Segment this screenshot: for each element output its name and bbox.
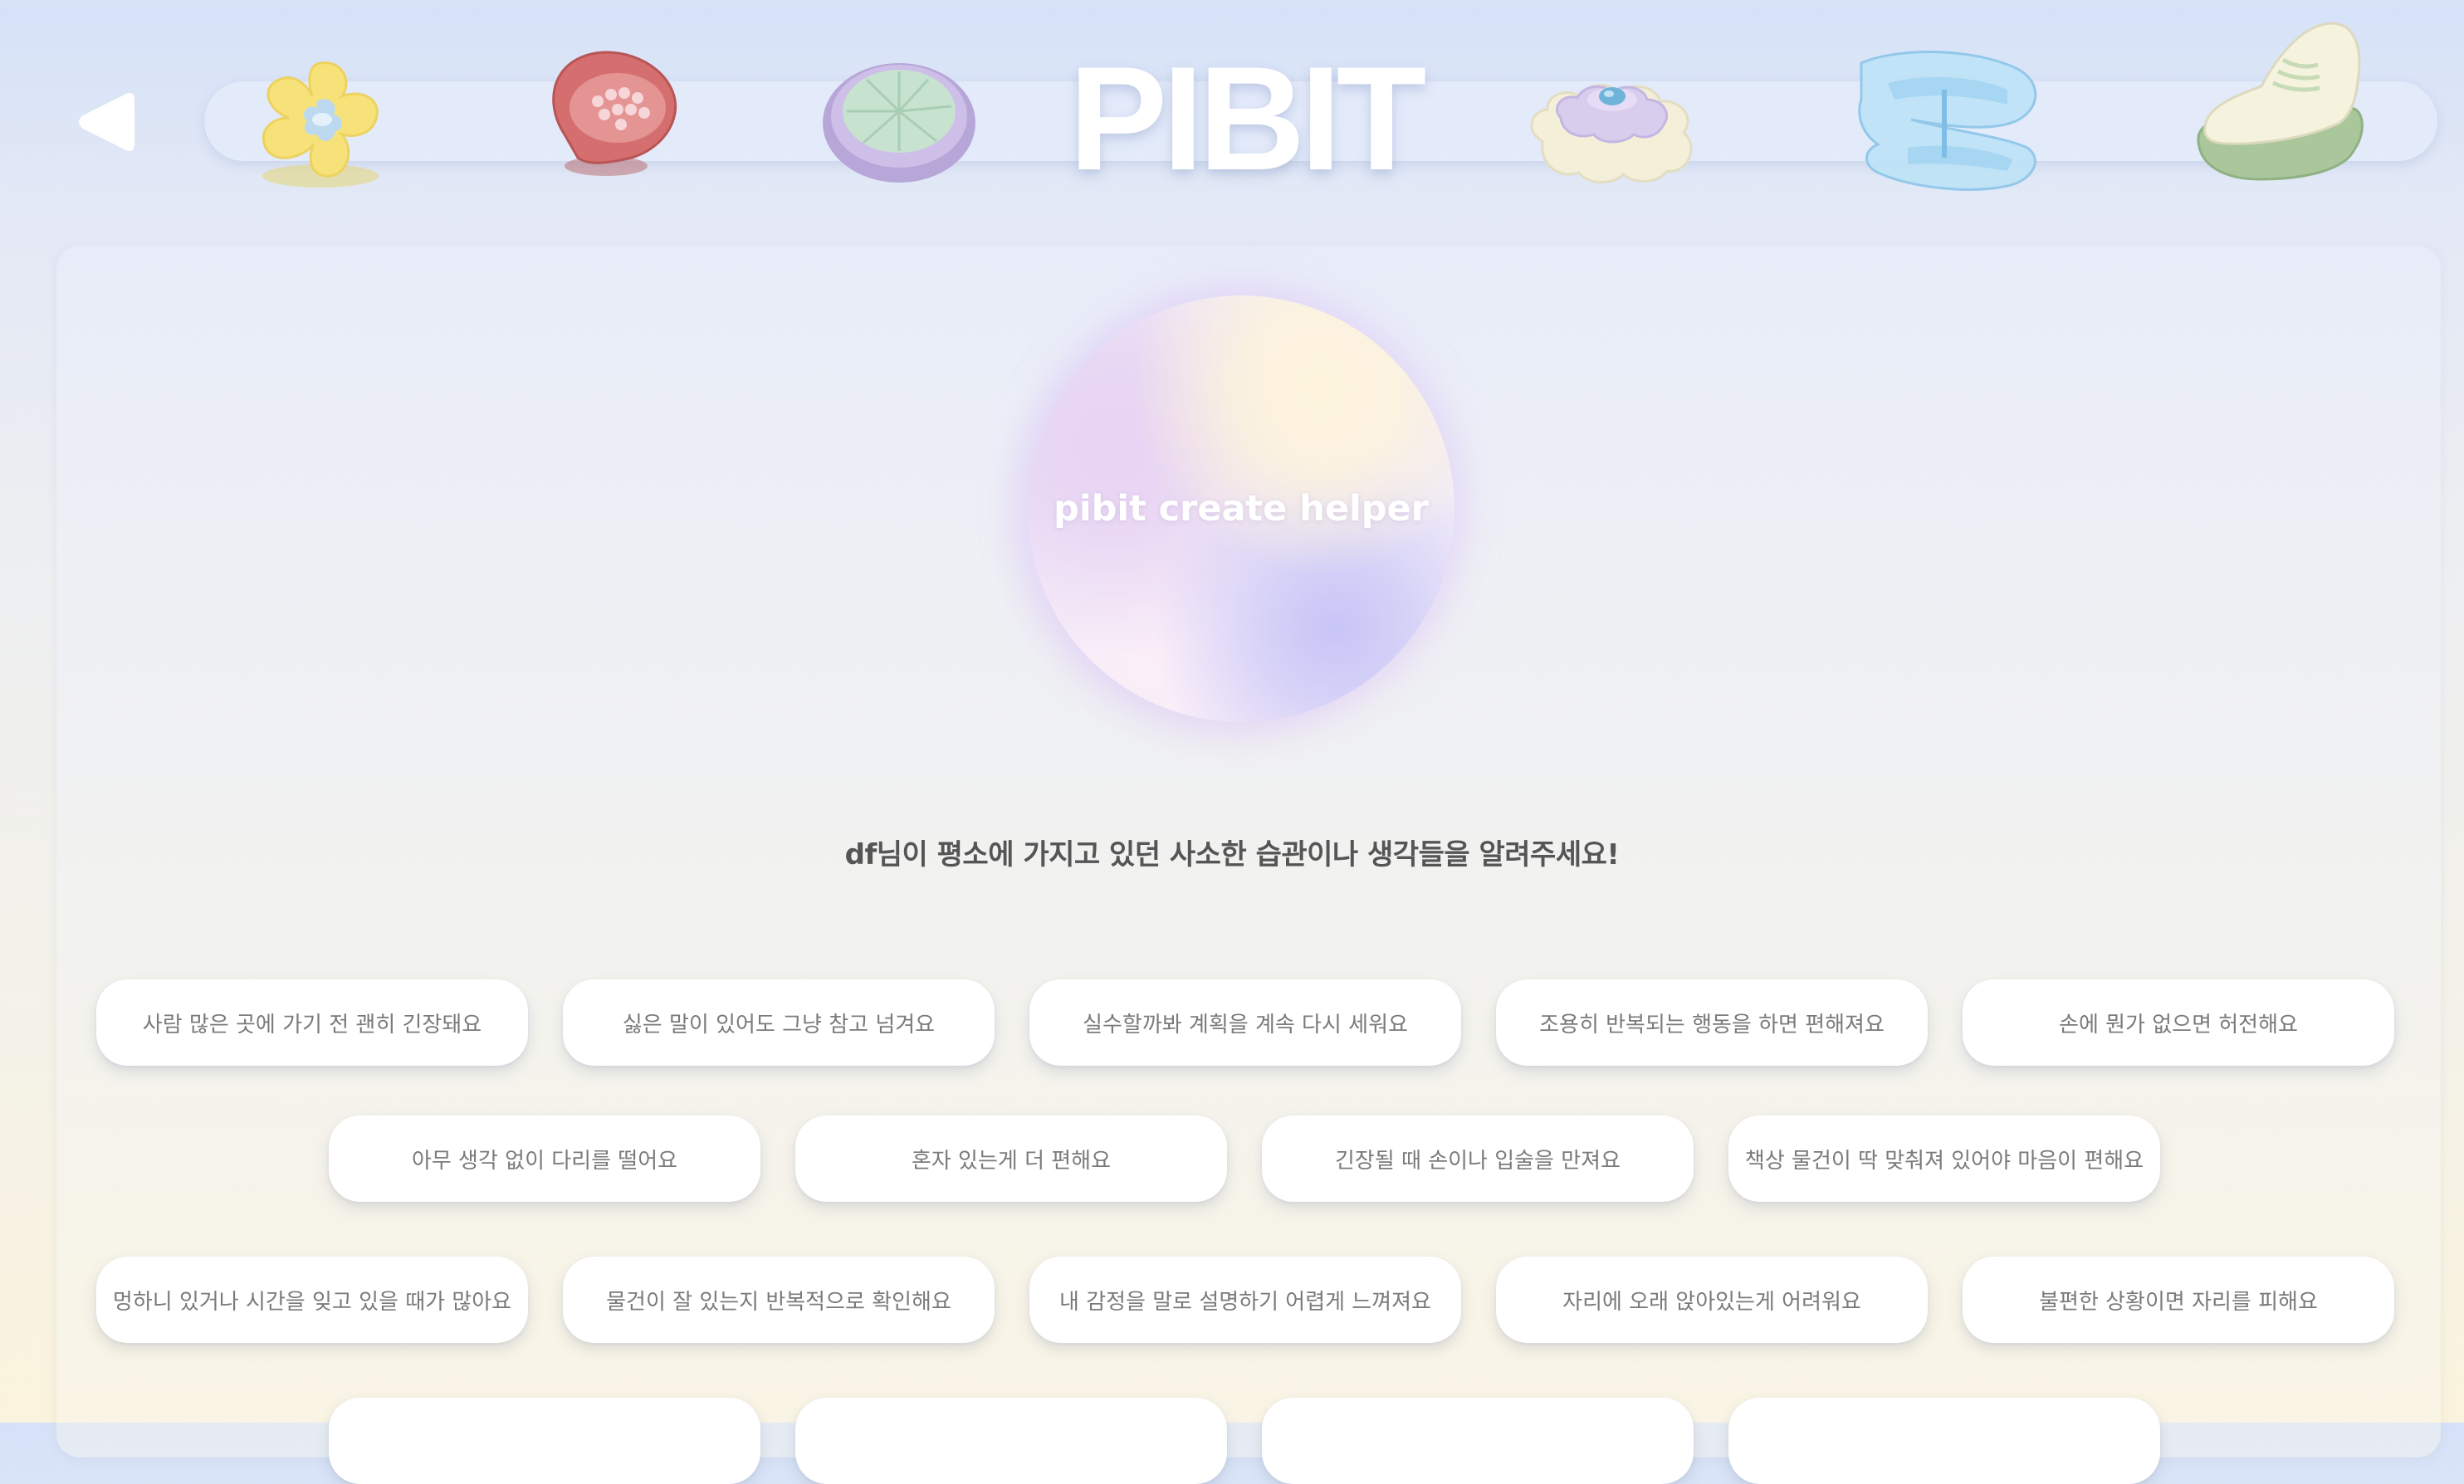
- option-chip[interactable]: 불편한 상황이면 자리를 피해요: [1963, 1257, 2394, 1343]
- option-chip[interactable]: [329, 1398, 760, 1484]
- blue-clip-fidget-icon[interactable]: [1845, 40, 2047, 198]
- option-chip[interactable]: 사람 많은 곳에 가기 전 괜히 긴장돼요: [96, 979, 528, 1066]
- flower-fidget-icon[interactable]: [237, 51, 403, 199]
- option-chip[interactable]: 물건이 잘 있는지 반복적으로 확인해요: [563, 1257, 995, 1343]
- option-chip[interactable]: [1262, 1398, 1694, 1484]
- option-chip[interactable]: 싫은 말이 있어도 그냥 참고 넘겨요: [563, 979, 995, 1066]
- helper-orb[interactable]: pibit create helper: [1028, 295, 1454, 722]
- option-chip[interactable]: 혼자 있는게 더 편해요: [795, 1115, 1227, 1202]
- option-chip[interactable]: 아무 생각 없이 다리를 떨어요: [329, 1115, 760, 1202]
- option-chip[interactable]: [795, 1398, 1227, 1484]
- pibit-logo: PIBIT: [1068, 36, 1427, 201]
- option-chip[interactable]: 실수할까봐 계획을 계속 다시 세워요: [1029, 979, 1461, 1066]
- option-chip[interactable]: 손에 뭔가 없으면 허전해요: [1963, 979, 2394, 1066]
- sneaker-fidget-icon[interactable]: [2185, 17, 2371, 196]
- option-chip[interactable]: 자리에 오래 앉아있는게 어려워요: [1496, 1257, 1928, 1343]
- option-chip[interactable]: 내 감정을 말로 설명하기 어렵게 느껴져요: [1029, 1257, 1461, 1343]
- back-button[interactable]: [75, 87, 134, 157]
- back-triangle-icon: [79, 93, 134, 151]
- layered-cloud-button-fidget-icon[interactable]: [1518, 41, 1710, 191]
- option-chip[interactable]: 멍하니 있거나 시간을 잊고 있을 때가 많아요: [96, 1257, 528, 1343]
- red-brush-fidget-icon[interactable]: [531, 43, 684, 184]
- orb-label: pibit create helper: [1054, 488, 1429, 530]
- option-chip[interactable]: 긴장될 때 손이나 입술을 만져요: [1262, 1115, 1694, 1202]
- option-chip[interactable]: [1728, 1398, 2160, 1484]
- option-chip[interactable]: 책상 물건이 딱 맞춰져 있어야 마음이 편해요: [1728, 1115, 2160, 1202]
- mint-pleated-fidget-icon[interactable]: [820, 43, 978, 186]
- option-chip[interactable]: 조용히 반복되는 행동을 하면 편해져요: [1496, 979, 1928, 1066]
- prompt-text: df님이 평소에 가지고 있던 사소한 습관이나 생각들을 알려주세요!: [844, 838, 1620, 871]
